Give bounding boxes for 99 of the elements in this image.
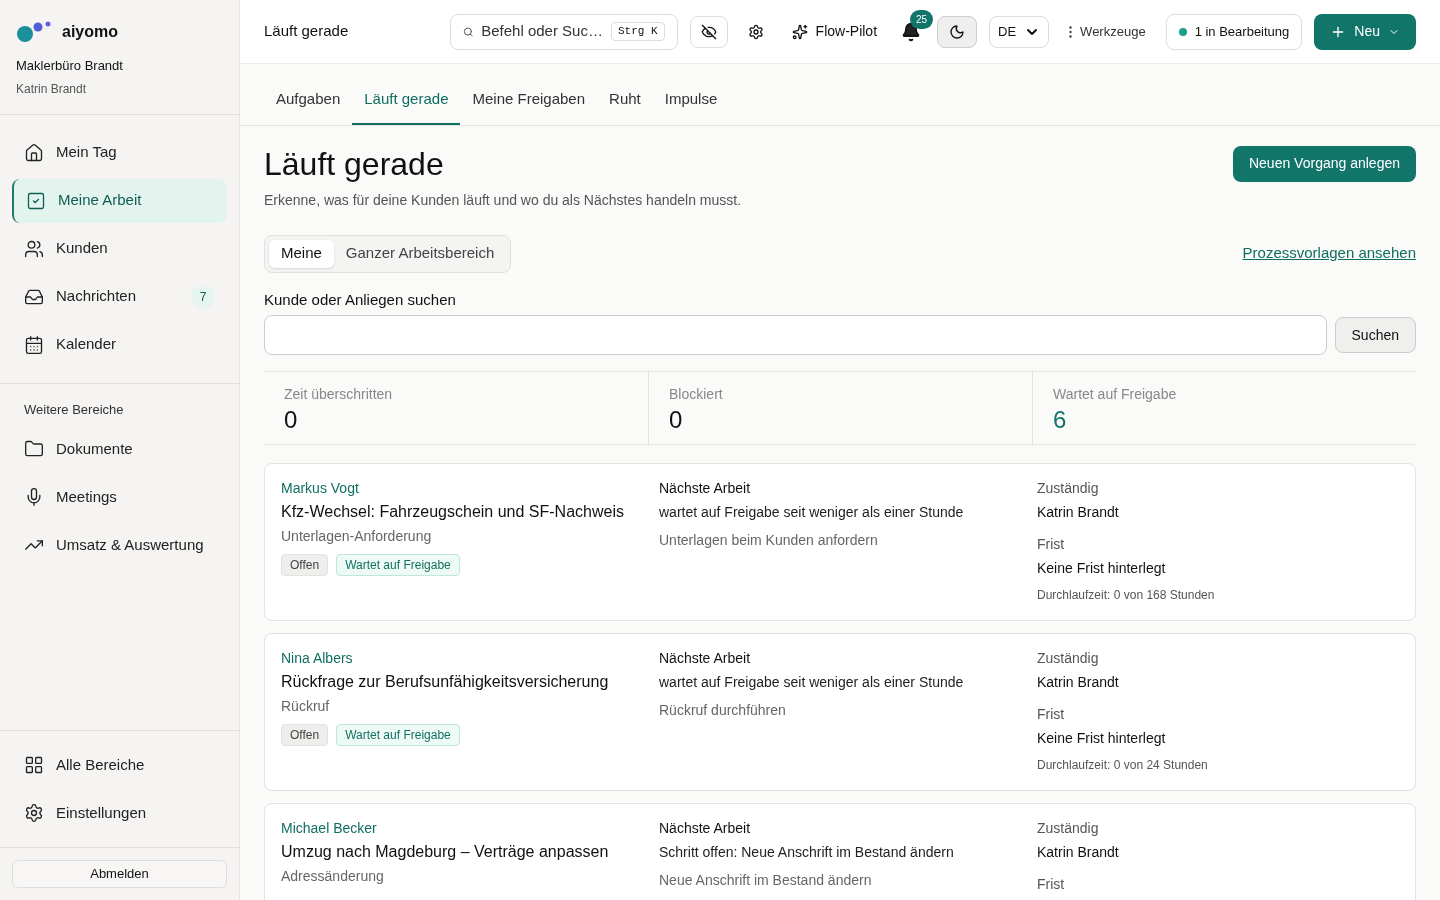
field-label: Zuständig — [1037, 649, 1100, 668]
brand-name: aiyomo — [62, 22, 118, 42]
settings-icon — [24, 803, 44, 823]
status-tag: Offen — [281, 554, 329, 576]
owner-name: Katrin Brandt — [1037, 843, 1120, 862]
case-card[interactable] — [264, 463, 1416, 621]
next-step: Neue Anschrift im Bestand ändern — [659, 870, 1021, 890]
users-icon — [24, 238, 44, 259]
command-search-field[interactable]: Befehl oder Suc… Strg K — [449, 13, 678, 50]
scope-option[interactable]: Meine — [269, 239, 334, 268]
customer-link[interactable]: Michael Becker — [281, 818, 643, 838]
field-label: Nächste Arbeit — [659, 479, 752, 498]
case-title: Rückfrage zur Berufsunfähigkeitsversicherung — [281, 672, 610, 692]
status-tag: Wartet auf Freigabe — [336, 554, 460, 576]
stat-value: 6 — [1053, 405, 1068, 435]
eye-off-icon — [700, 23, 717, 40]
next-step: Unterlagen beim Kunden anfordern — [659, 530, 1021, 550]
nav-item[interactable]: Alle Bereiche — [12, 743, 227, 787]
more-icon — [1069, 25, 1073, 38]
tools-button[interactable]: Werkzeuge — [1061, 21, 1154, 42]
hide-button[interactable] — [689, 15, 728, 48]
tab[interactable]: Meine Freigaben — [460, 80, 598, 125]
nav-item[interactable]: Umsatz & Auswertung — [12, 523, 227, 567]
search-placeholder: Befehl oder Suc… — [481, 21, 603, 42]
stat-value: 0 — [669, 405, 684, 435]
count-badge: 7 — [191, 284, 215, 309]
field-label: Frist — [1037, 535, 1066, 554]
grid-icon — [24, 755, 44, 775]
search-label: Kunde oder Anliegen suchen — [264, 289, 457, 310]
checkbox-icon — [26, 190, 46, 211]
stat-label: Wartet auf Freigabe — [1053, 385, 1178, 404]
nav-item[interactable]: Kalender — [12, 322, 227, 367]
status-tag: Wartet auf Freigabe — [336, 724, 460, 746]
nav-item[interactable]: Nachrichten 7 — [12, 274, 227, 319]
case-type: Unterlagen-Anforderung — [281, 527, 433, 546]
moon-icon — [949, 23, 966, 40]
due-date: Keine Frist hinterlegt — [1037, 729, 1167, 748]
search-button[interactable]: Suchen — [1334, 317, 1416, 353]
next-work: wartet auf Freigabe seit weniger als einer Stunde — [659, 503, 965, 522]
customer-search-field[interactable] — [264, 315, 1327, 355]
field-label: Nächste Arbeit — [659, 649, 752, 668]
new-case-button[interactable]: Neuen Vorgang anlegen — [1232, 145, 1416, 182]
calendar-icon — [24, 334, 44, 355]
nav-item[interactable]: Kunden — [12, 226, 227, 271]
case-card[interactable] — [264, 633, 1416, 791]
case-title: Umzug nach Magdeburg – Verträge anpassen — [281, 842, 610, 862]
section-title: Weitere Bereiche — [23, 400, 125, 419]
nav-item[interactable]: Mein Tag — [12, 130, 227, 175]
page-heading: Läuft gerade — [264, 21, 350, 42]
tab[interactable]: Ruht — [597, 80, 653, 125]
tab[interactable]: Impulse — [652, 80, 730, 125]
page-subtitle: Erkenne, was für deine Kunden läuft und wo du als Nächstes handeln musst. — [264, 190, 742, 210]
next-work: Schritt offen: Neue Anschrift im Bestand ändern — [659, 843, 955, 862]
status-tag: Offen — [281, 724, 329, 746]
field-label: Nächste Arbeit — [659, 819, 752, 838]
stat-label: Zeit überschritten — [284, 385, 394, 404]
due-date: Keine Frist hinterlegt — [1037, 559, 1167, 578]
nav-item[interactable]: Meine Arbeit — [12, 178, 227, 223]
tab[interactable]: Läuft gerade — [352, 80, 461, 125]
settings-icon[interactable] — [747, 23, 764, 40]
sparkle-icon — [791, 23, 808, 40]
next-work: wartet auf Freigabe seit weniger als einer Stunde — [659, 673, 965, 692]
stat-value: 0 — [284, 405, 299, 435]
case-type: Rückruf — [281, 697, 331, 716]
theme-button[interactable] — [937, 15, 978, 48]
logout-button[interactable]: Abmelden — [12, 860, 227, 888]
field-label: Zuständig — [1037, 479, 1100, 498]
case-type: Adressänderung — [281, 867, 385, 886]
tab[interactable]: Aufgaben — [264, 80, 353, 125]
scope-option[interactable]: Ganzer Arbeitsbereich — [333, 239, 507, 268]
case-card[interactable]: Michael Becker Umzug nach Magdeburg – Verträge anpassen Adressänderung Nächste Arbeit Schritt offen: Neue Anschrift im Bestand ändern Neue Anschrift im Bestand ändern Zuständig Katrin Brandt Frist — [264, 803, 1416, 900]
case-title: Kfz-Wechsel: Fahrzeugschein und SF-Nachweis — [281, 502, 625, 522]
status-button[interactable]: 1 in Bearbeitung — [1165, 13, 1303, 50]
new-button[interactable]: Neu — [1314, 13, 1416, 50]
user-name: Katrin Brandt — [16, 80, 88, 98]
field-label: Zuständig — [1037, 819, 1100, 838]
pilot-button[interactable]: Flow-Pilot — [783, 21, 886, 42]
next-step: Rückruf durchführen — [659, 700, 1021, 720]
customer-link[interactable]: Markus Vogt — [281, 478, 643, 498]
language-select[interactable]: DE — [989, 15, 1050, 48]
bell-icon[interactable] — [901, 21, 922, 42]
field-label: Frist — [1037, 875, 1066, 894]
nav-item[interactable]: Einstellungen — [12, 791, 227, 835]
duration-text: Durchlaufzeit: 0 von 24 Stunden — [1037, 757, 1209, 774]
page-title: Läuft gerade — [264, 145, 445, 182]
duration-text: Durchlaufzeit: 0 von 168 Stunden — [1037, 587, 1216, 604]
owner-name: Katrin Brandt — [1037, 673, 1120, 692]
templates-link[interactable]: Prozessvorlagen ansehen — [1242, 242, 1416, 265]
nav-item[interactable]: Dokumente — [12, 427, 227, 471]
stat-label: Blockiert — [669, 385, 724, 404]
customer-link[interactable]: Nina Albers — [281, 648, 643, 668]
home-icon — [24, 142, 44, 163]
notification-badge: 25 — [909, 9, 934, 29]
shortcut-key: Strg K — [610, 22, 665, 41]
office-name: Maklerbüro Brandt — [16, 57, 124, 75]
nav-item[interactable]: Meetings — [12, 475, 227, 519]
field-label: Frist — [1037, 705, 1066, 724]
owner-name: Katrin Brandt — [1037, 503, 1120, 522]
folder-icon — [24, 439, 44, 459]
